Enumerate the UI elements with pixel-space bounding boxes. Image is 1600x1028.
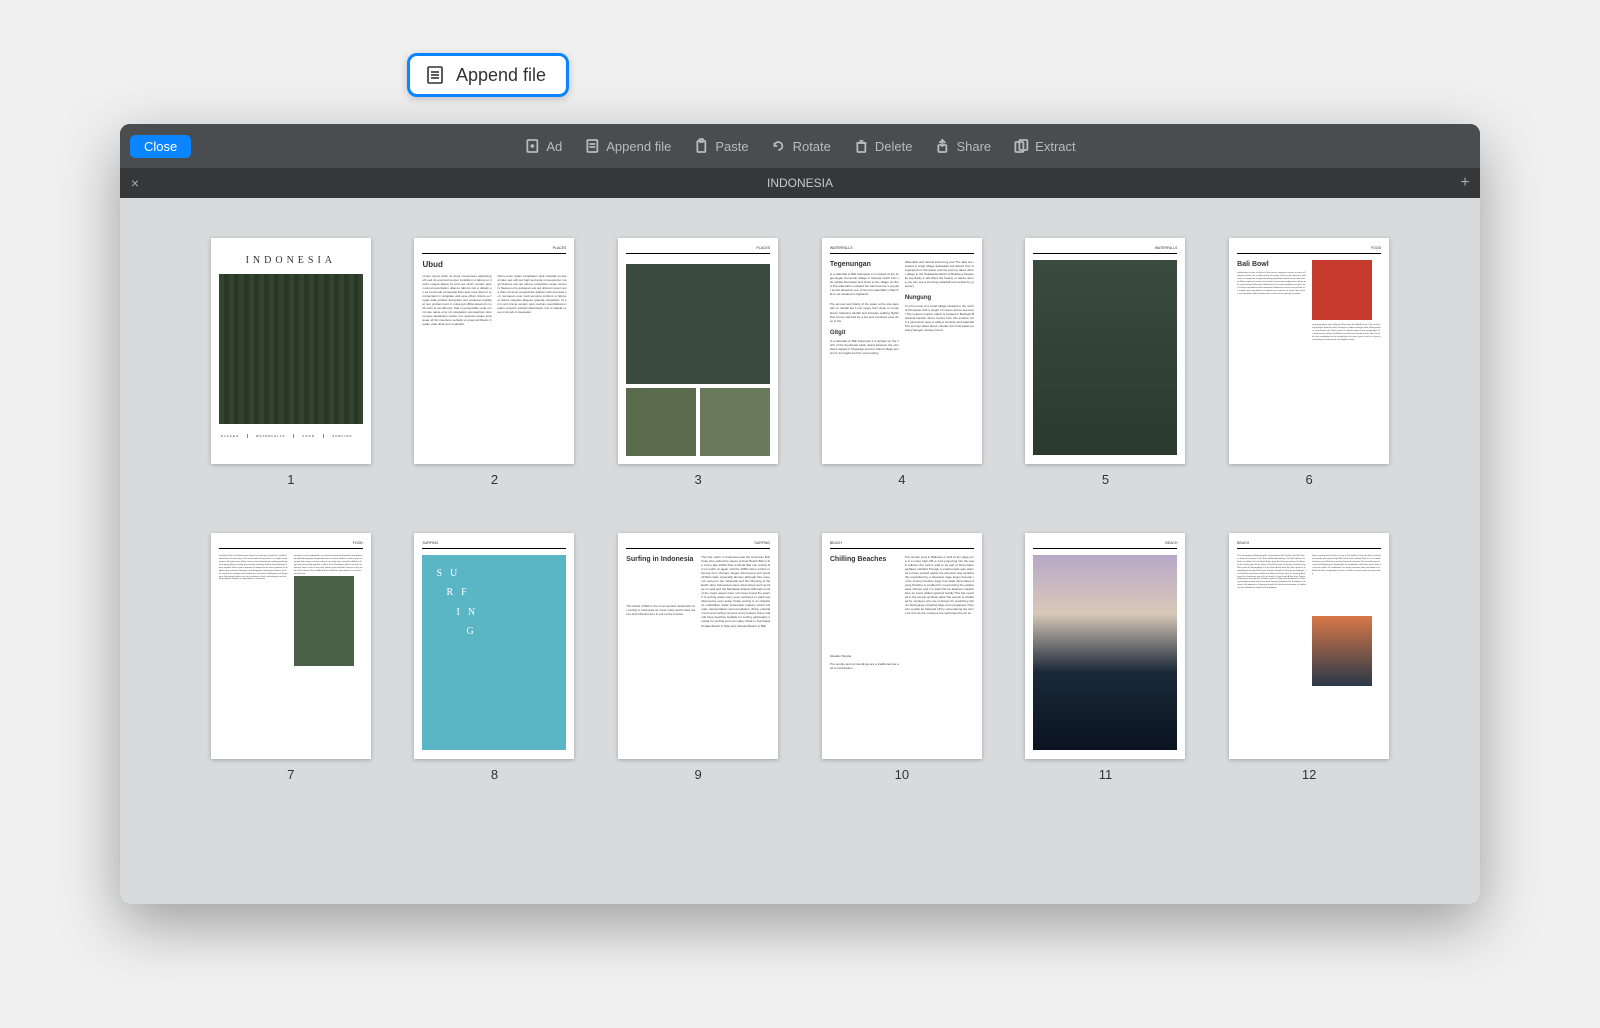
page-thumb-11[interactable]: BEACH 11	[1015, 533, 1197, 782]
page-number: 2	[491, 472, 498, 487]
append-file-button[interactable]: Append file	[584, 138, 671, 154]
rotate-label: Rotate	[793, 139, 831, 154]
close-tab-button[interactable]: ×	[120, 175, 150, 191]
page-number: 7	[287, 767, 294, 782]
page-number: 8	[491, 767, 498, 782]
photo	[626, 388, 696, 456]
tab-title: INDONESIA	[767, 176, 833, 190]
paste-button[interactable]: Paste	[693, 138, 748, 154]
caption: Uluwatu Temple	[830, 654, 899, 658]
page-thumb-12[interactable]: BEACH The International Hydrographic Org…	[1218, 533, 1400, 782]
photo	[626, 264, 770, 384]
file-lines-icon	[424, 64, 446, 86]
page-thumb-6[interactable]: FOOD Bali Bowl Indonesian cuisine consis…	[1218, 238, 1400, 487]
rotate-button[interactable]: Rotate	[771, 138, 831, 154]
page-heading: Surfing in Indonesia	[626, 555, 695, 564]
page-number: 1	[287, 472, 294, 487]
delete-button[interactable]: Delete	[853, 138, 913, 154]
page-thumb-9[interactable]: SURFING Surfing in Indonesia The island …	[607, 533, 789, 782]
page-heading: Tegenungan	[830, 260, 899, 269]
page-number: 4	[898, 472, 905, 487]
page-thumb-1[interactable]: INDONESIA PLACESWATERFALLSFOODSURFING 1	[200, 238, 382, 487]
photo	[700, 388, 770, 456]
add-label: Ad	[546, 139, 562, 154]
clipboard-icon	[693, 138, 709, 154]
new-tab-button[interactable]: +	[1450, 174, 1480, 192]
thumbnail-area[interactable]: INDONESIA PLACESWATERFALLSFOODSURFING 1 …	[120, 198, 1480, 904]
page-thumb-2[interactable]: PLACES Ubud Lorem ipsum dolor sit amet c…	[404, 238, 586, 487]
trash-icon	[853, 138, 869, 154]
photo: SU RF IN G	[422, 555, 566, 750]
file-lines-icon	[584, 138, 600, 154]
toolbar: Close Ad Append file Paste Rotate Delete	[120, 124, 1480, 168]
page-number: 11	[1099, 767, 1113, 782]
doc-title: INDONESIA	[219, 254, 363, 268]
category-row: PLACESWATERFALLSFOODSURFING	[219, 434, 363, 438]
close-button[interactable]: Close	[130, 135, 191, 158]
photo	[1033, 555, 1177, 750]
page-thumb-5[interactable]: WATERFALLS 5	[1015, 238, 1197, 487]
vertical-title: SU RF IN G	[436, 567, 477, 645]
page-thumb-8[interactable]: SURFING SU RF IN G 8	[404, 533, 586, 782]
page-number: 10	[895, 767, 909, 782]
share-button[interactable]: Share	[934, 138, 991, 154]
page-heading: Bali Bowl	[1237, 260, 1306, 269]
page-heading: Ubud	[422, 260, 566, 271]
app-window: Close Ad Append file Paste Rotate Delete	[120, 124, 1480, 904]
page-thumb-4[interactable]: WATERFALLS Tegenungan is a waterfall in …	[811, 238, 993, 487]
cover-image	[219, 274, 363, 424]
page-number: 9	[695, 767, 702, 782]
page-thumb-3[interactable]: PLACES 3	[607, 238, 789, 487]
extract-icon	[1013, 138, 1029, 154]
page-number: 12	[1302, 767, 1316, 782]
paste-label: Paste	[715, 139, 748, 154]
add-button[interactable]: Ad	[524, 138, 562, 154]
extract-label: Extract	[1035, 139, 1075, 154]
page-subheading: Gitgit	[830, 329, 899, 337]
plus-page-icon	[524, 138, 540, 154]
page-number: 5	[1102, 472, 1109, 487]
delete-label: Delete	[875, 139, 913, 154]
callout-label: Append file	[456, 65, 546, 86]
page-thumb-10[interactable]: BEACH Chilling Beaches Uluwatu Temple Th…	[811, 533, 993, 782]
append-file-callout: Append file	[407, 53, 569, 97]
photo	[1312, 616, 1372, 686]
page-thumb-7[interactable]: FOOD and bitter Most of Indonesians favo…	[200, 533, 382, 782]
append-label: Append file	[606, 139, 671, 154]
page-number: 6	[1306, 472, 1313, 487]
photo	[1312, 260, 1372, 320]
page-number: 3	[695, 472, 702, 487]
photo	[1033, 260, 1177, 455]
rotate-icon	[771, 138, 787, 154]
page-heading: Chilling Beaches	[830, 555, 899, 564]
extract-button[interactable]: Extract	[1013, 138, 1075, 154]
photo	[294, 576, 354, 666]
tab-bar: × INDONESIA +	[120, 168, 1480, 198]
page-subheading: Nungung	[905, 294, 974, 302]
share-label: Share	[956, 139, 991, 154]
share-icon	[934, 138, 950, 154]
